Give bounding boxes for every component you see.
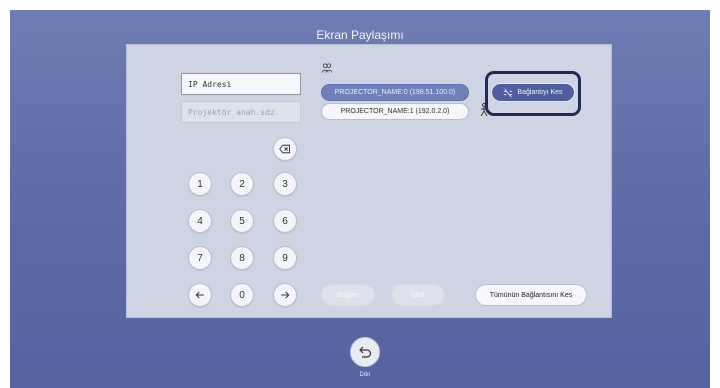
users-icon [321, 63, 333, 73]
key-4[interactable]: 4 [188, 209, 212, 233]
key-8[interactable]: 8 [230, 246, 254, 270]
back-button[interactable] [350, 337, 380, 367]
disconnect-button[interactable]: Bağlantıyı Kes [491, 83, 575, 102]
back-arrow-icon [359, 346, 372, 358]
ip-address-field[interactable]: IP Adresi [181, 73, 301, 95]
arrow-right-button[interactable] [273, 283, 297, 307]
key-9[interactable]: 9 [273, 246, 297, 270]
disconnect-icon [504, 88, 513, 97]
key-7[interactable]: 7 [188, 246, 212, 270]
connect-button[interactable]: Bağlan [321, 284, 375, 306]
projector-item-1[interactable]: PROJECTOR_NAME:1 (192.0.2.0) [321, 103, 469, 120]
screen-sharing-panel: IP Adresi Projektör anah.sdz. 1 2 3 4 5 … [126, 44, 612, 318]
page-title: Ekran Paylaşımı [316, 28, 404, 42]
key-0[interactable]: 0 [230, 283, 254, 307]
arrow-left-icon [195, 291, 204, 299]
key-1[interactable]: 1 [188, 172, 212, 196]
projector-item-0[interactable]: PROJECTOR_NAME:0 (198.51.100.0) [321, 84, 469, 101]
back-label: Dön [359, 372, 371, 378]
projector-keyword-field[interactable]: Projektör anah.sdz. [181, 101, 301, 123]
arrow-right-icon [281, 291, 290, 299]
key-2[interactable]: 2 [230, 172, 254, 196]
backspace-button[interactable] [273, 137, 297, 161]
disconnect-all-button[interactable]: Tümünün Bağlantısını Kes [475, 284, 587, 306]
key-6[interactable]: 6 [273, 209, 297, 233]
cancel-button[interactable]: İptal [391, 284, 445, 306]
key-5[interactable]: 5 [230, 209, 254, 233]
arrow-left-button[interactable] [188, 283, 212, 307]
disconnect-label: Bağlantıyı Kes [517, 89, 563, 96]
backspace-icon [279, 144, 290, 154]
screen: Ekran Paylaşımı IP Adresi Projektör anah… [10, 10, 710, 388]
key-3[interactable]: 3 [273, 172, 297, 196]
